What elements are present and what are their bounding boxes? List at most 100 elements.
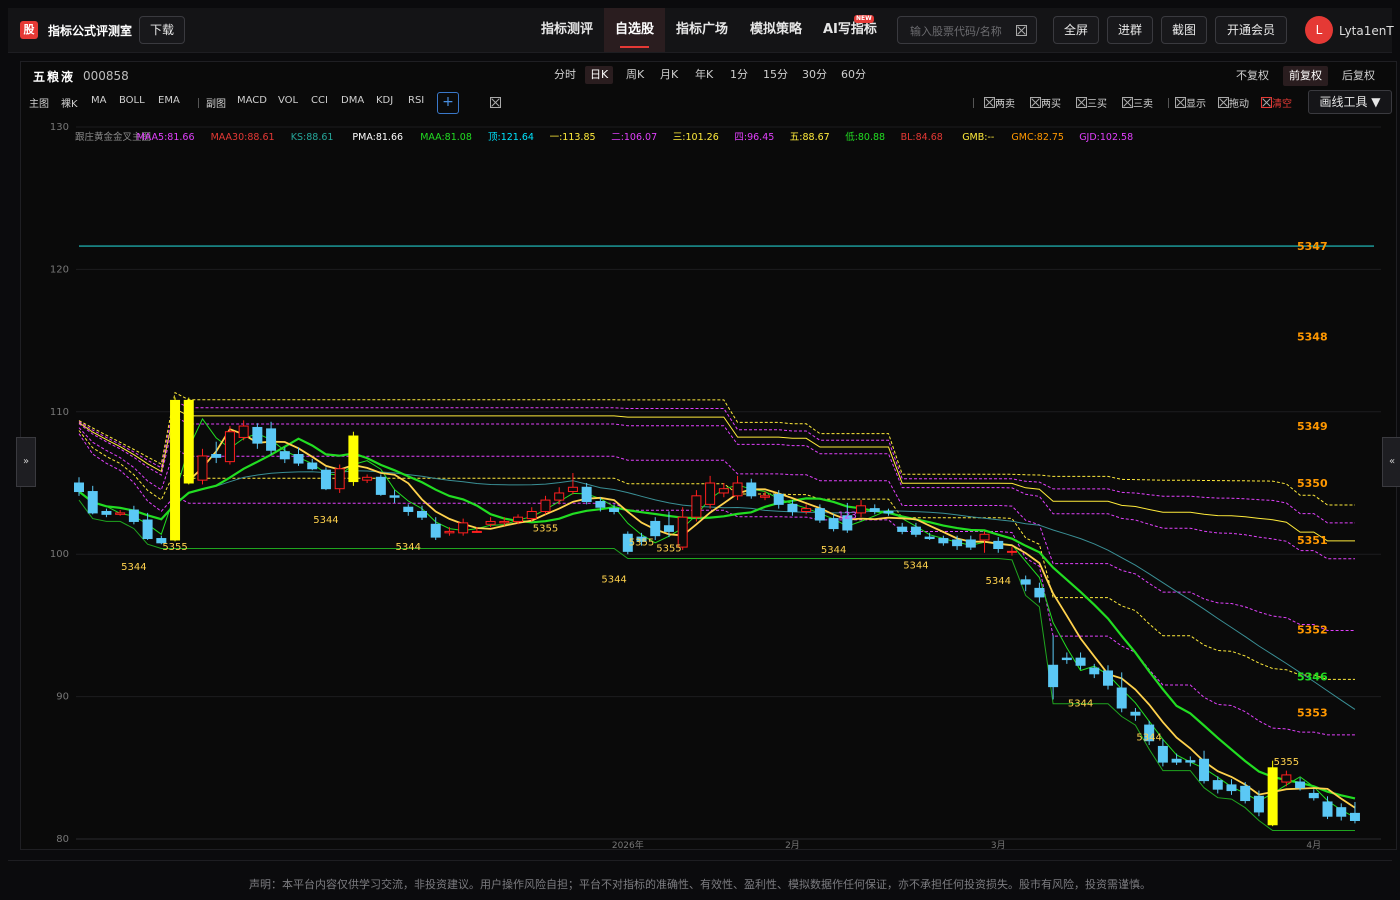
candle-body: [307, 462, 318, 470]
period-weekly[interactable]: 周K: [621, 66, 649, 84]
toolbar-sub-chart: 副图: [206, 99, 226, 110]
pma-line: [188, 428, 1356, 809]
checkbox-icon[interactable]: [1076, 97, 1087, 108]
close-indicator-icon[interactable]: [490, 97, 501, 108]
candle-body: [1034, 587, 1045, 598]
toggle-drag[interactable]: 拖动: [1218, 95, 1249, 110]
new-badge: NEW: [854, 15, 874, 23]
candle-body: [773, 493, 784, 505]
candle-body: [787, 503, 798, 512]
candle-body: [1199, 758, 1210, 782]
clear-search-icon[interactable]: [1016, 25, 1027, 36]
toolbar-divider-right: [973, 98, 974, 108]
search-input[interactable]: [908, 21, 1016, 41]
screenshot-button[interactable]: 截图: [1161, 16, 1207, 44]
x-tick-label: 2026年: [612, 839, 644, 849]
checkbox-icon[interactable]: [984, 97, 995, 108]
toolbar-cci[interactable]: CCI: [311, 95, 328, 106]
username[interactable]: Lyta1enT: [1339, 24, 1394, 38]
candle-body: [1048, 664, 1059, 688]
drawing-tools-button[interactable]: 画线工具 ▼: [1308, 90, 1392, 114]
membership-button[interactable]: 开通会员: [1215, 16, 1287, 44]
candle-body: [965, 539, 976, 548]
toolbar-rsi[interactable]: RSI: [408, 95, 424, 106]
candle-body: [279, 451, 290, 460]
adjust-backward[interactable]: 后复权: [1336, 66, 1381, 86]
stock-code: 000858: [83, 69, 129, 83]
x-tick-label: 3月: [991, 840, 1006, 849]
toolbar-ma[interactable]: MA: [91, 95, 106, 106]
kline-chart[interactable]: 80901001101201302026年 2月 3月 4月跟庄黄金金叉主图MAA5:…: [21, 117, 1396, 849]
period-monthly[interactable]: 月K: [655, 66, 683, 84]
toolbar-divider-right: [1168, 98, 1169, 108]
fullscreen-button[interactable]: 全屏: [1053, 16, 1099, 44]
top-bar: 股 指标公式评测室 下载 指标测评 自选股 指标广场 模拟策略 AI写指标 NE…: [8, 8, 1394, 53]
avatar[interactable]: L: [1305, 16, 1333, 44]
period-30min[interactable]: 30分: [797, 66, 832, 84]
triangle-down-icon: ▼: [1371, 95, 1381, 109]
checkbox-icon[interactable]: [1175, 97, 1186, 108]
toggle-label: 清空: [1272, 99, 1292, 110]
candle-body: [732, 482, 743, 497]
candle-body: [883, 510, 894, 514]
download-button[interactable]: 下载: [139, 16, 185, 44]
add-indicator-button[interactable]: +: [437, 92, 459, 114]
candle-body: [897, 526, 908, 532]
candle-body: [87, 491, 98, 514]
toolbar-boll[interactable]: BOLL: [119, 95, 145, 106]
candle-body: [705, 482, 716, 505]
adjust-forward[interactable]: 前复权: [1283, 66, 1328, 86]
nav-simulated-strategy[interactable]: 模拟策略: [738, 8, 814, 52]
candle-body: [444, 530, 455, 534]
nav-watchlist[interactable]: 自选股: [604, 8, 666, 52]
toolbar-ema[interactable]: EMA: [158, 95, 180, 106]
level-label: 5351: [1297, 534, 1328, 547]
candle-body: [828, 518, 839, 530]
stock-search[interactable]: [897, 16, 1037, 44]
right-collapse-tab[interactable]: «: [1382, 437, 1400, 487]
level-label: 5349: [1297, 420, 1328, 433]
level-label: 5350: [1297, 477, 1328, 490]
y-tick-label: 90: [56, 692, 69, 703]
legend-item: 低:80.88: [845, 131, 885, 143]
nav-ai-indicator[interactable]: AI写指标 NEW: [812, 8, 888, 52]
x-tick-label: 2月: [785, 840, 800, 849]
toolbar-dma[interactable]: DMA: [341, 95, 364, 106]
period-1min[interactable]: 1分: [725, 66, 753, 84]
checkbox-icon[interactable]: [1030, 97, 1041, 108]
checkbox-icon[interactable]: [1218, 97, 1229, 108]
adjust-none[interactable]: 不复权: [1230, 66, 1275, 86]
brand[interactable]: 股 指标公式评测室: [20, 21, 132, 39]
toggle-two-buy[interactable]: 两买: [1030, 95, 1061, 110]
period-15min[interactable]: 15分: [758, 66, 793, 84]
candle-body: [938, 538, 949, 544]
clear-icon[interactable]: [1261, 97, 1272, 108]
toggle-display[interactable]: 显示: [1175, 95, 1206, 110]
left-collapse-tab[interactable]: »: [16, 437, 36, 487]
toggle-three-buy[interactable]: 三买: [1076, 95, 1107, 110]
candle-body: [1116, 687, 1127, 709]
candle-body: [609, 508, 620, 512]
toolbar-vol[interactable]: VOL: [278, 95, 298, 106]
toggle-two-sell[interactable]: 两卖: [984, 95, 1015, 110]
candle-body: [1185, 760, 1196, 763]
toggle-three-sell[interactable]: 三卖: [1122, 95, 1153, 110]
join-group-button[interactable]: 进群: [1107, 16, 1153, 44]
checkbox-icon[interactable]: [1122, 97, 1133, 108]
signal-label: 5355: [629, 538, 654, 549]
candle-body: [1006, 550, 1017, 553]
clear-drawings[interactable]: 清空: [1261, 95, 1292, 110]
nav-indicator-square[interactable]: 指标广场: [664, 8, 740, 52]
toolbar-macd[interactable]: MACD: [237, 95, 267, 106]
period-timeshare[interactable]: 分时: [549, 66, 581, 84]
toolbar-bare-k[interactable]: 裸K: [61, 95, 78, 110]
candle-body: [1157, 745, 1168, 763]
candle-body: [183, 399, 194, 484]
candle-body: [1226, 784, 1237, 792]
toolbar-kdj[interactable]: KDJ: [376, 95, 393, 106]
period-60min[interactable]: 60分: [836, 66, 871, 84]
period-yearly[interactable]: 年K: [690, 66, 718, 84]
nav-indicator-review[interactable]: 指标测评: [528, 8, 606, 52]
signal-label: 5344: [121, 562, 146, 573]
period-daily[interactable]: 日K: [585, 66, 614, 84]
